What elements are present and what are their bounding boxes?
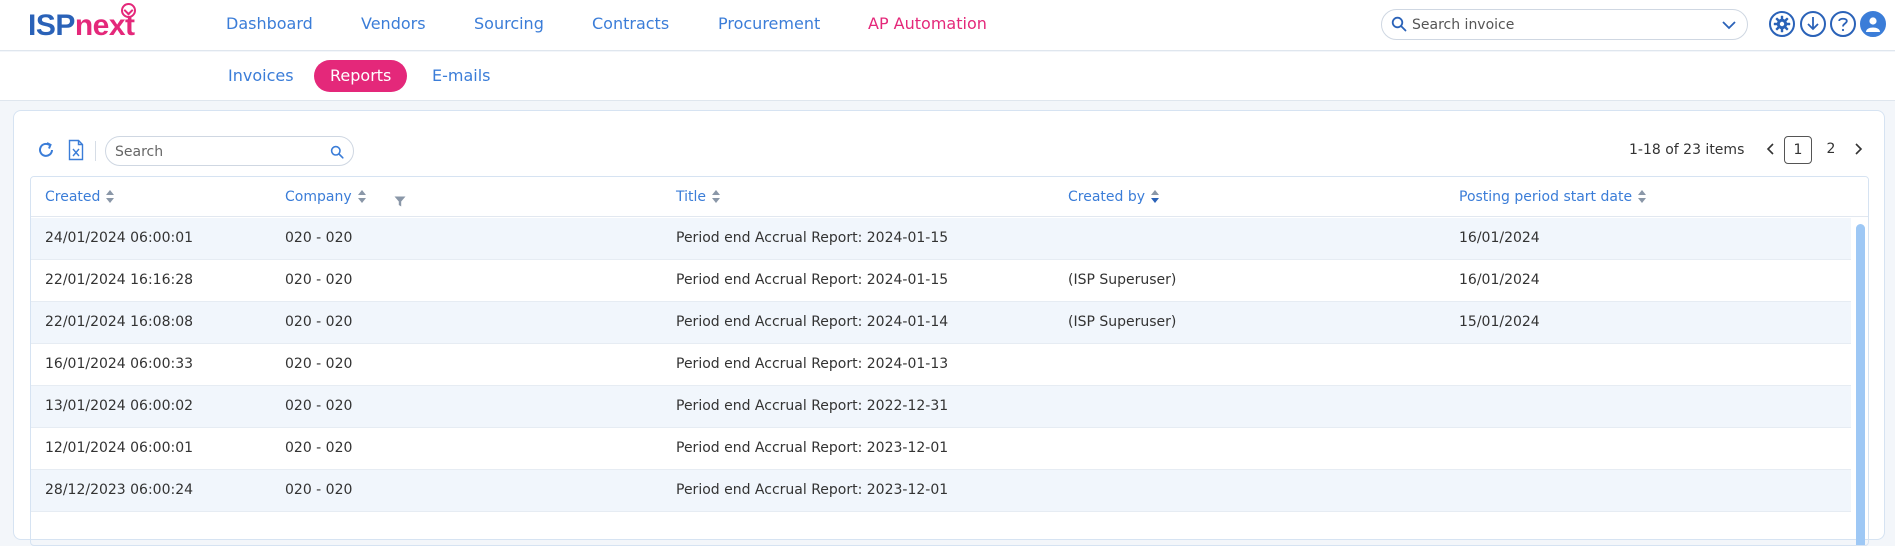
cell-created: 24/01/2024 06:00:01 (45, 230, 194, 246)
nav-vendors[interactable]: Vendors (361, 14, 426, 33)
tab-reports[interactable]: Reports (314, 60, 408, 92)
table-body: 24/01/2024 06:00:01 020 - 020 Period end… (31, 218, 1851, 512)
table-row[interactable]: 13/01/2024 06:00:02 020 - 020 Period end… (31, 386, 1851, 428)
column-label: Created (45, 189, 101, 205)
refresh-icon[interactable] (36, 140, 56, 164)
search-invoice-input[interactable] (1412, 15, 1702, 35)
sub-navigation-bar: Invoices Reports E-mails (0, 52, 1895, 101)
cell-title: Period end Accrual Report: 2024-01-14 (676, 314, 949, 330)
table-row[interactable]: 16/01/2024 06:00:33 020 - 020 Period end… (31, 344, 1851, 386)
excel-export-icon[interactable] (68, 139, 84, 165)
toolbar-divider (95, 141, 96, 161)
nav-dashboard[interactable]: Dashboard (226, 14, 313, 33)
cell-created: 28/12/2023 06:00:24 (45, 482, 194, 498)
cell-title: Period end Accrual Report: 2024-01-13 (676, 356, 949, 372)
column-header-title[interactable]: Title (676, 189, 721, 205)
cell-company: 020 - 020 (285, 398, 353, 414)
column-header-created-by[interactable]: Created by (1068, 189, 1160, 205)
cell-company: 020 - 020 (285, 356, 353, 372)
pager-page-1[interactable]: 1 (1784, 136, 1812, 164)
cell-created: 22/01/2024 16:08:08 (45, 314, 194, 330)
cell-posting-period-start-date: 16/01/2024 (1459, 230, 1540, 246)
column-header-posting-period-start-date[interactable]: Posting period start date (1459, 189, 1647, 205)
vertical-scrollbar[interactable] (1856, 224, 1865, 545)
chevron-right-icon[interactable] (1852, 141, 1864, 161)
cell-posting-period-start-date: 16/01/2024 (1459, 272, 1540, 288)
reports-grid-card: 1-18 of 23 items 1 2 Created Company Tit… (13, 110, 1885, 546)
sort-icon (357, 190, 367, 204)
column-label: Company (285, 189, 352, 205)
sort-icon (1637, 190, 1647, 204)
cell-created: 13/01/2024 06:00:02 (45, 398, 194, 414)
tab-e-mails[interactable]: E-mails (416, 60, 507, 92)
tab-invoices[interactable]: Invoices (212, 60, 310, 92)
cell-created: 12/01/2024 06:00:01 (45, 440, 194, 456)
column-label: Posting period start date (1459, 189, 1633, 205)
nav-ap-automation[interactable]: AP Automation (868, 14, 987, 33)
cell-company: 020 - 020 (285, 482, 353, 498)
settings-icon[interactable] (1769, 11, 1795, 37)
sort-icon (711, 190, 721, 204)
isp-next-logo[interactable]: ISP next (28, 6, 135, 46)
nav-contracts[interactable]: Contracts (592, 14, 669, 33)
table-header: Created Company Title Created by Posting… (31, 177, 1868, 217)
table-row[interactable]: 22/01/2024 16:08:08 020 - 020 Period end… (31, 302, 1851, 344)
top-navigation-bar: ISP next Dashboard Vendors Sourcing Contr… (0, 0, 1895, 51)
cell-title: Period end Accrual Report: 2024-01-15 (676, 230, 949, 246)
search-invoice-box (1381, 9, 1748, 40)
cell-company: 020 - 020 (285, 230, 353, 246)
grid-search-box (105, 136, 354, 166)
cell-title: Period end Accrual Report: 2024-01-15 (676, 272, 949, 288)
cell-posting-period-start-date: 15/01/2024 (1459, 314, 1540, 330)
cell-created-by: (ISP Superuser) (1068, 272, 1177, 288)
chevron-left-icon[interactable] (1765, 141, 1777, 161)
cell-company: 020 - 020 (285, 440, 353, 456)
logo-badge-icon (121, 3, 136, 18)
pager-page-2[interactable]: 2 (1817, 136, 1845, 164)
nav-procurement[interactable]: Procurement (718, 14, 820, 33)
chevron-down-icon[interactable] (1721, 17, 1737, 36)
cell-company: 020 - 020 (285, 272, 353, 288)
table-row[interactable]: 24/01/2024 06:00:01 020 - 020 Period end… (31, 218, 1851, 260)
search-icon[interactable] (330, 144, 344, 163)
cell-created: 16/01/2024 06:00:33 (45, 356, 194, 372)
cell-title: Period end Accrual Report: 2022-12-31 (676, 398, 949, 414)
pager-summary: 1-18 of 23 items (1629, 142, 1745, 158)
help-icon[interactable] (1830, 11, 1856, 37)
column-label: Title (676, 189, 707, 205)
cell-created: 22/01/2024 16:16:28 (45, 272, 194, 288)
filter-icon[interactable] (394, 192, 406, 211)
table-row[interactable]: 12/01/2024 06:00:01 020 - 020 Period end… (31, 428, 1851, 470)
nav-sourcing[interactable]: Sourcing (474, 14, 544, 33)
user-icon[interactable] (1860, 11, 1886, 37)
cell-title: Period end Accrual Report: 2023-12-01 (676, 482, 949, 498)
sort-icon (105, 190, 115, 204)
column-header-created[interactable]: Created (45, 189, 115, 205)
sort-desc-icon (1150, 190, 1160, 204)
search-icon (1391, 16, 1407, 36)
grid-search-input[interactable] (115, 142, 315, 162)
cell-company: 020 - 020 (285, 314, 353, 330)
column-label: Created by (1068, 189, 1146, 205)
download-icon[interactable] (1800, 11, 1826, 37)
table-row[interactable]: 22/01/2024 16:16:28 020 - 020 Period end… (31, 260, 1851, 302)
reports-table: Created Company Title Created by Posting… (30, 176, 1869, 546)
logo-text-isp: ISP (28, 9, 75, 42)
column-header-company[interactable]: Company (285, 189, 367, 205)
cell-title: Period end Accrual Report: 2023-12-01 (676, 440, 949, 456)
cell-created-by: (ISP Superuser) (1068, 314, 1177, 330)
table-row[interactable]: 28/12/2023 06:00:24 020 - 020 Period end… (31, 470, 1851, 512)
